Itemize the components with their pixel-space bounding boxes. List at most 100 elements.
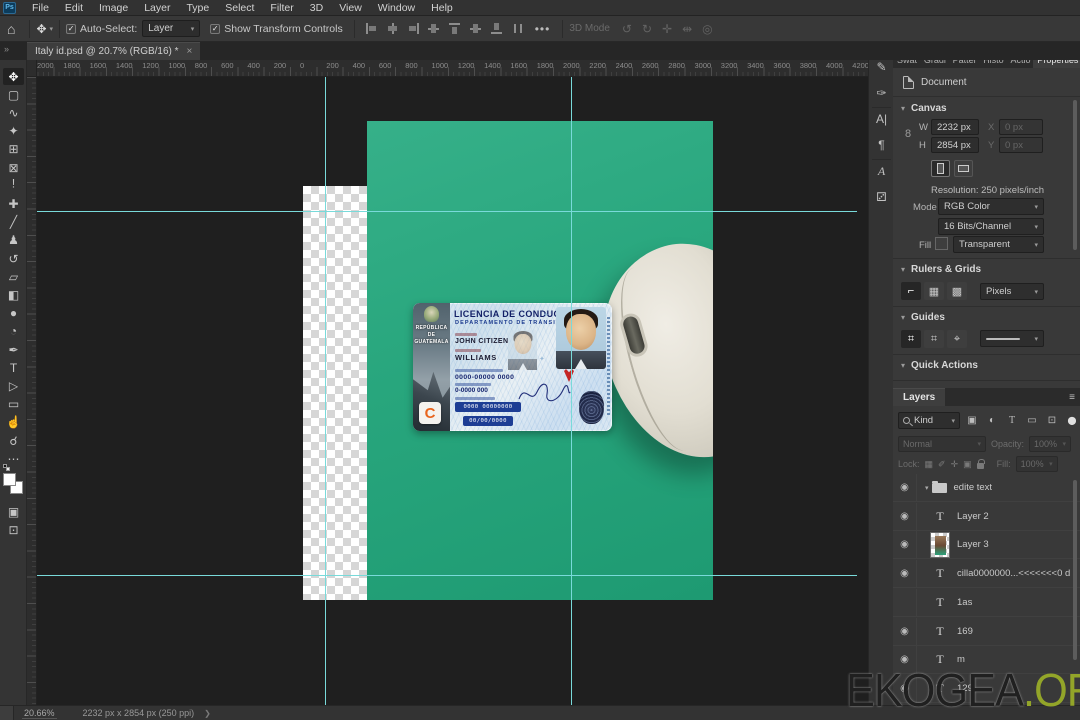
layer-name[interactable]: 1as [957,597,972,608]
blur-tool[interactable]: ● [3,305,24,322]
clear-guides-icon[interactable]: ⌖ [947,330,967,348]
home-icon[interactable]: ⌂ [7,21,15,37]
frame-tool[interactable]: ⊠ [3,159,24,176]
menu-help[interactable]: Help [423,0,461,16]
quick-selection-tool[interactable]: ✦ [3,123,24,140]
layer-filter-kind-select[interactable]: Kind ▾ [898,412,960,429]
filter-shape-layers-icon[interactable]: ▭ [1024,413,1040,429]
hand-tool[interactable]: ☝ [3,414,24,431]
brush-settings-icon[interactable]: ✎ [869,60,894,74]
layer-visibility-icon[interactable]: ◉ [893,617,917,645]
gradient-tool[interactable]: ◧ [3,286,24,303]
paragraph-panel-icon[interactable]: ¶ [869,138,894,152]
lock-position-icon[interactable]: ✛ [951,459,959,470]
status-zoom-level[interactable]: 20.66% [22,708,57,719]
close-tab-icon[interactable]: × [187,46,193,57]
canvas-section-header[interactable]: ▾ Canvas [901,103,947,114]
height-input[interactable]: 2854 px [931,137,979,153]
lock-guides-icon[interactable]: ⌗ [924,330,944,348]
guides-section-header[interactable]: ▾ Guides [901,312,945,323]
align-left-icon[interactable] [365,23,378,34]
layers-menu-icon[interactable]: ≡ [1069,392,1075,403]
align-v-center-icon[interactable] [427,23,441,34]
layer-name[interactable]: Layer 2 [957,511,989,522]
portrait-orientation-button[interactable] [931,160,950,177]
guides-toggle-icon[interactable]: ⌗ [901,330,921,348]
crop-tool[interactable]: ⊞ [3,141,24,158]
guide-horizontal[interactable] [37,575,857,576]
pixel-grid-toggle-icon[interactable]: ▩ [947,282,967,300]
current-tool-icon[interactable]: ✥ ▾ [36,22,53,36]
layers-tab[interactable]: Layers [893,388,946,406]
rulers-grids-section-header[interactable]: ▾ Rulers & Grids [901,264,981,275]
layer-thumbnail[interactable] [930,531,950,558]
vertical-ruler[interactable] [27,77,37,705]
quick-mask-button[interactable]: ▣ [3,503,24,520]
more-options-icon[interactable]: ••• [535,22,551,36]
filter-type-layers-icon[interactable]: T [1004,413,1020,429]
properties-scrollbar[interactable] [1073,100,1077,250]
align-h-center-icon[interactable] [386,23,399,34]
path-selection-tool[interactable]: ▷ [3,377,24,394]
ruler-units-select[interactable]: Pixels ▾ [980,283,1044,300]
layer-visibility-icon[interactable]: ◉ [893,560,917,588]
brushes-icon[interactable]: ✑ [869,86,894,100]
link-dimensions-icon[interactable]: 8 [905,128,911,140]
layer-row[interactable]: ◉ Tcilla0000000...<<<<<<<0 d [893,560,1080,589]
layer-visibility-icon[interactable]: ◉ [893,474,917,501]
foreground-color[interactable] [3,473,16,486]
layer-row[interactable]: ◉ ▾ edite text [893,474,1080,502]
move-tool[interactable]: ✥ [3,68,24,85]
eraser-tool[interactable]: ▱ [3,268,24,285]
fill-swatch[interactable] [935,237,948,250]
menu-select[interactable]: Select [217,0,262,16]
menu-file[interactable]: File [24,0,57,16]
show-transform-checkbox[interactable]: ✓ [210,23,221,34]
bit-depth-select[interactable]: 16 Bits/Channel ▾ [938,218,1044,235]
layer-visibility-icon[interactable]: ◉ [893,531,917,559]
layer-visibility-icon[interactable] [893,588,917,616]
character-panel-icon[interactable]: A| [869,112,894,126]
menu-edit[interactable]: Edit [57,0,91,16]
lock-all-icon[interactable] [976,459,985,469]
menu-image[interactable]: Image [91,0,136,16]
filter-toggle-icon[interactable]: ⬤ [1064,413,1080,429]
quick-actions-section-header[interactable]: ▾ Quick Actions [901,360,978,371]
group-expand-icon[interactable]: ▾ [925,484,929,492]
zoom-tool[interactable]: ☌ [3,432,24,449]
layer-name[interactable]: 169 [957,626,973,637]
menu-view[interactable]: View [331,0,370,16]
color-mode-select[interactable]: RGB Color ▾ [938,198,1044,215]
eyedropper-tool[interactable]: ¡ [3,177,24,194]
guide-vertical[interactable] [571,77,572,705]
width-input[interactable]: 2232 px [931,119,979,135]
align-right-icon[interactable] [407,23,420,34]
layer-row[interactable]: ◉ Layer 3 [893,531,1080,560]
document-tab[interactable]: Italy id.psd @ 20.7% (RGB/16) * × [27,42,201,60]
status-menu-arrow-icon[interactable]: ❯ [204,709,211,718]
fill-select[interactable]: Transparent ▾ [953,236,1044,253]
layer-name[interactable]: cilla0000000...<<<<<<<0 d [957,568,1070,579]
clone-stamp-tool[interactable]: ♟ [3,232,24,249]
layer-row[interactable]: ◉ T 169 [893,617,1080,646]
layer-name[interactable]: Layer 3 [957,539,989,550]
menu-layer[interactable]: Layer [136,0,178,16]
auto-select-dropdown[interactable]: Layer ▾ [142,20,201,37]
layer-visibility-icon[interactable]: ◉ [893,502,917,530]
guide-vertical[interactable] [325,77,326,705]
lock-transparency-icon[interactable]: ▦ [925,459,934,470]
libraries-panel-icon[interactable]: ⚂ [869,190,894,204]
horizontal-ruler[interactable]: 2000 1800 1600 1400 1200 1000 800 600 400 200 0 200… [27,60,869,77]
collapse-tools-icon[interactable]: » [4,44,9,54]
grid-toggle-icon[interactable]: ▦ [924,282,944,300]
lock-artboard-icon[interactable]: ▣ [963,459,972,470]
glyphs-panel-icon[interactable]: A [869,164,894,179]
menu-filter[interactable]: Filter [262,0,301,16]
layer-row[interactable]: T 1as [893,588,1080,617]
marquee-tool[interactable]: ▢ [3,86,24,103]
color-swatches[interactable] [3,464,24,498]
align-middle-icon[interactable] [469,23,483,34]
shape-tool[interactable]: ▭ [3,396,24,413]
pen-tool[interactable]: ✒ [3,341,24,358]
menu-3d[interactable]: 3D [302,0,331,16]
